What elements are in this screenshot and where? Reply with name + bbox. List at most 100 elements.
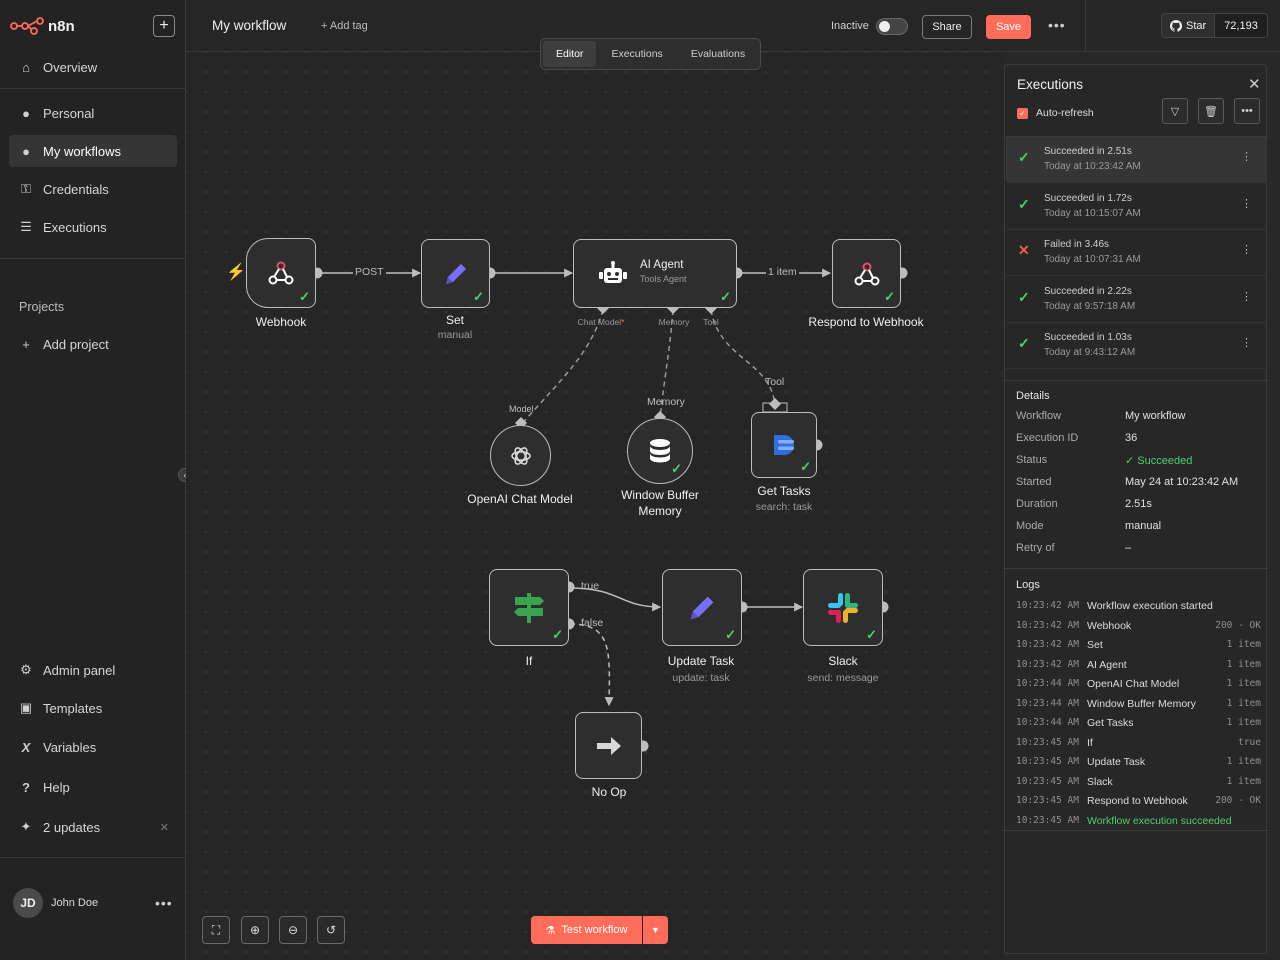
detail-key: Workflow — [1016, 410, 1062, 422]
github-star-button[interactable]: Star 72,193 — [1161, 13, 1268, 38]
workflow-name[interactable]: My workflow — [212, 18, 286, 33]
log-result: 1 item — [1226, 697, 1261, 709]
sidebar-item-label: Templates — [43, 700, 103, 716]
add-tag-button[interactable]: + Add tag — [321, 20, 368, 32]
log-result: 200 - OK — [1215, 619, 1261, 631]
log-message: Update Task — [1087, 756, 1146, 768]
tab-evaluations[interactable]: Evaluations — [678, 41, 758, 67]
execution-time: Today at 10:07:31 AM — [1044, 254, 1141, 265]
sidebar-item-label: Variables — [43, 739, 97, 755]
zoom-out-button[interactable]: ⊖ — [279, 916, 307, 944]
success-check-icon: ✓ — [884, 289, 895, 304]
execution-status-label: Succeeded in 2.51s — [1044, 146, 1132, 157]
log-time: 10:23:44 AM — [1016, 678, 1079, 689]
divider — [1005, 568, 1268, 569]
log-time: 10:23:44 AM — [1016, 697, 1079, 709]
divider — [1005, 830, 1268, 831]
kebab-menu-icon[interactable]: ⋮ — [1241, 243, 1252, 256]
add-new-button[interactable]: + — [153, 15, 175, 37]
node-if[interactable]: ✓ — [489, 569, 569, 646]
tab-executions[interactable]: Executions — [598, 41, 675, 67]
required-marker: * — [621, 317, 625, 327]
key-icon: ⚿ — [21, 181, 31, 196]
kebab-menu-icon[interactable]: ⋮ — [1241, 197, 1252, 210]
sidebar-item-overview[interactable]: ⌂ Overview — [9, 51, 177, 83]
detail-value-text: manual — [1125, 520, 1162, 532]
workflow-canvas[interactable] — [186, 52, 1004, 960]
activation-toggle[interactable] — [876, 18, 908, 35]
more-options-icon[interactable]: ••• — [1048, 17, 1066, 33]
node-window-buffer-memory[interactable]: ✓ — [627, 418, 693, 484]
sidebar-item-templates[interactable]: ▣ Templates — [9, 692, 177, 724]
dismiss-icon[interactable]: ✕ — [160, 821, 169, 834]
kebab-menu-icon[interactable]: ⋮ — [1241, 290, 1252, 303]
error-x-icon: ✕ — [1018, 242, 1030, 258]
fit-view-button[interactable]: ⛶ — [202, 916, 230, 944]
kebab-menu-icon[interactable]: ⋮ — [1241, 150, 1252, 163]
log-entry: 10:23:42 AM Webhook 200 - OK — [1016, 620, 1261, 634]
avatar: JD — [13, 888, 43, 918]
log-result: 1 item — [1226, 639, 1261, 650]
execution-time: Today at 10:23:42 AM — [1044, 161, 1141, 172]
user-menu-icon[interactable]: ••• — [155, 895, 173, 911]
user-profile[interactable]: JD John Doe — [13, 888, 98, 918]
share-button[interactable]: Share — [922, 15, 972, 39]
test-workflow-button[interactable]: ⚗ Test workflow — [531, 916, 642, 944]
node-slack[interactable]: ✓ — [803, 569, 883, 646]
log-time: 10:23:44 AM — [1016, 717, 1079, 728]
execution-item[interactable]: ✓ Succeeded in 2.22s Today at 9:57:18 AM ⋮ — [1006, 277, 1267, 323]
execution-item[interactable]: ✓ Succeeded in 1.03s Today at 9:43:12 AM ⋮ — [1006, 323, 1267, 369]
zoom-in-button[interactable]: ⊕ — [241, 916, 269, 944]
filter-button[interactable]: ▽ — [1162, 98, 1188, 124]
execution-item[interactable]: ✓ Succeeded in 1.72s Today at 10:15:07 AM ⋮ — [1006, 184, 1267, 230]
detail-value-text: 36 — [1125, 432, 1138, 444]
sidebar-item-admin-panel[interactable]: ⚙ Admin panel — [9, 654, 177, 686]
database-icon — [650, 439, 670, 463]
node-subtitle: Tools Agent — [640, 274, 687, 284]
close-icon[interactable]: ✕ — [1248, 75, 1261, 93]
user-icon: ● — [22, 143, 30, 159]
node-label: Slack — [828, 654, 858, 668]
edge-label-tool: Tool — [765, 376, 785, 388]
n8n-logo[interactable]: n8n — [10, 14, 75, 38]
user-name: John Doe — [51, 897, 99, 909]
node-get-tasks[interactable]: ✓ — [751, 412, 817, 478]
log-message: Set — [1087, 639, 1103, 651]
sidebar-item-personal[interactable]: ● Personal — [9, 97, 177, 129]
add-project-button[interactable]: + Add project — [9, 328, 177, 360]
sidebar-item-updates[interactable]: ✦ 2 updates ✕ — [9, 811, 177, 843]
node-webhook[interactable]: ✓ — [246, 238, 316, 308]
node-subtitle: update: task — [672, 672, 730, 684]
test-workflow-dropdown[interactable]: ▼ — [643, 916, 668, 944]
node-respond-to-webhook[interactable]: ✓ — [832, 239, 901, 308]
projects-label: Projects — [19, 300, 65, 314]
delete-button[interactable]: 🗑 — [1198, 98, 1224, 124]
sidebar-item-help[interactable]: ? Help — [9, 771, 177, 803]
log-message: Window Buffer Memory — [1087, 697, 1196, 710]
detail-value-text: My workflow — [1125, 410, 1186, 422]
save-button[interactable]: Save — [986, 15, 1031, 39]
node-no-op[interactable] — [575, 712, 642, 779]
node-update-task[interactable]: ✓ — [662, 569, 742, 646]
kebab-menu-icon[interactable]: ⋮ — [1241, 336, 1252, 349]
node-set[interactable]: ✓ — [421, 239, 490, 308]
sidebar-item-credentials[interactable]: ⚿ Credentials — [9, 173, 177, 205]
reset-zoom-button[interactable]: ↺ — [317, 916, 345, 944]
execution-item[interactable]: ✕ Failed in 3.46s Today at 10:07:31 AM ⋮ — [1006, 230, 1267, 276]
sidebar-item-executions[interactable]: ☰ Executions — [9, 211, 177, 243]
detail-key: Duration — [1016, 498, 1058, 510]
node-ai-agent[interactable]: AI Agent Tools Agent ✓ — [573, 239, 737, 308]
sidebar-item-variables[interactable]: X Variables — [9, 731, 177, 763]
execution-item[interactable]: ✓ Succeeded in 2.51s Today at 10:23:42 AM ⋮ — [1006, 137, 1267, 183]
detail-value: 36 — [1125, 432, 1137, 444]
executions-panel: Executions ✕ ✓ Auto-refresh ▽ 🗑 ••• ✓ Suc… — [1004, 64, 1268, 954]
log-time: 10:23:42 AM — [1016, 600, 1079, 611]
node-openai-chat-model[interactable] — [490, 425, 551, 486]
node-label: Memory — [638, 504, 682, 518]
more-button[interactable]: ••• — [1234, 98, 1260, 124]
sidebar-item-my-workflows[interactable]: ● My workflows — [9, 135, 177, 167]
port-label-text: Chat Model — [577, 317, 622, 327]
detail-key: Mode — [1016, 520, 1044, 532]
tab-editor[interactable]: Editor — [543, 41, 597, 67]
auto-refresh-checkbox[interactable]: ✓ — [1017, 108, 1028, 119]
